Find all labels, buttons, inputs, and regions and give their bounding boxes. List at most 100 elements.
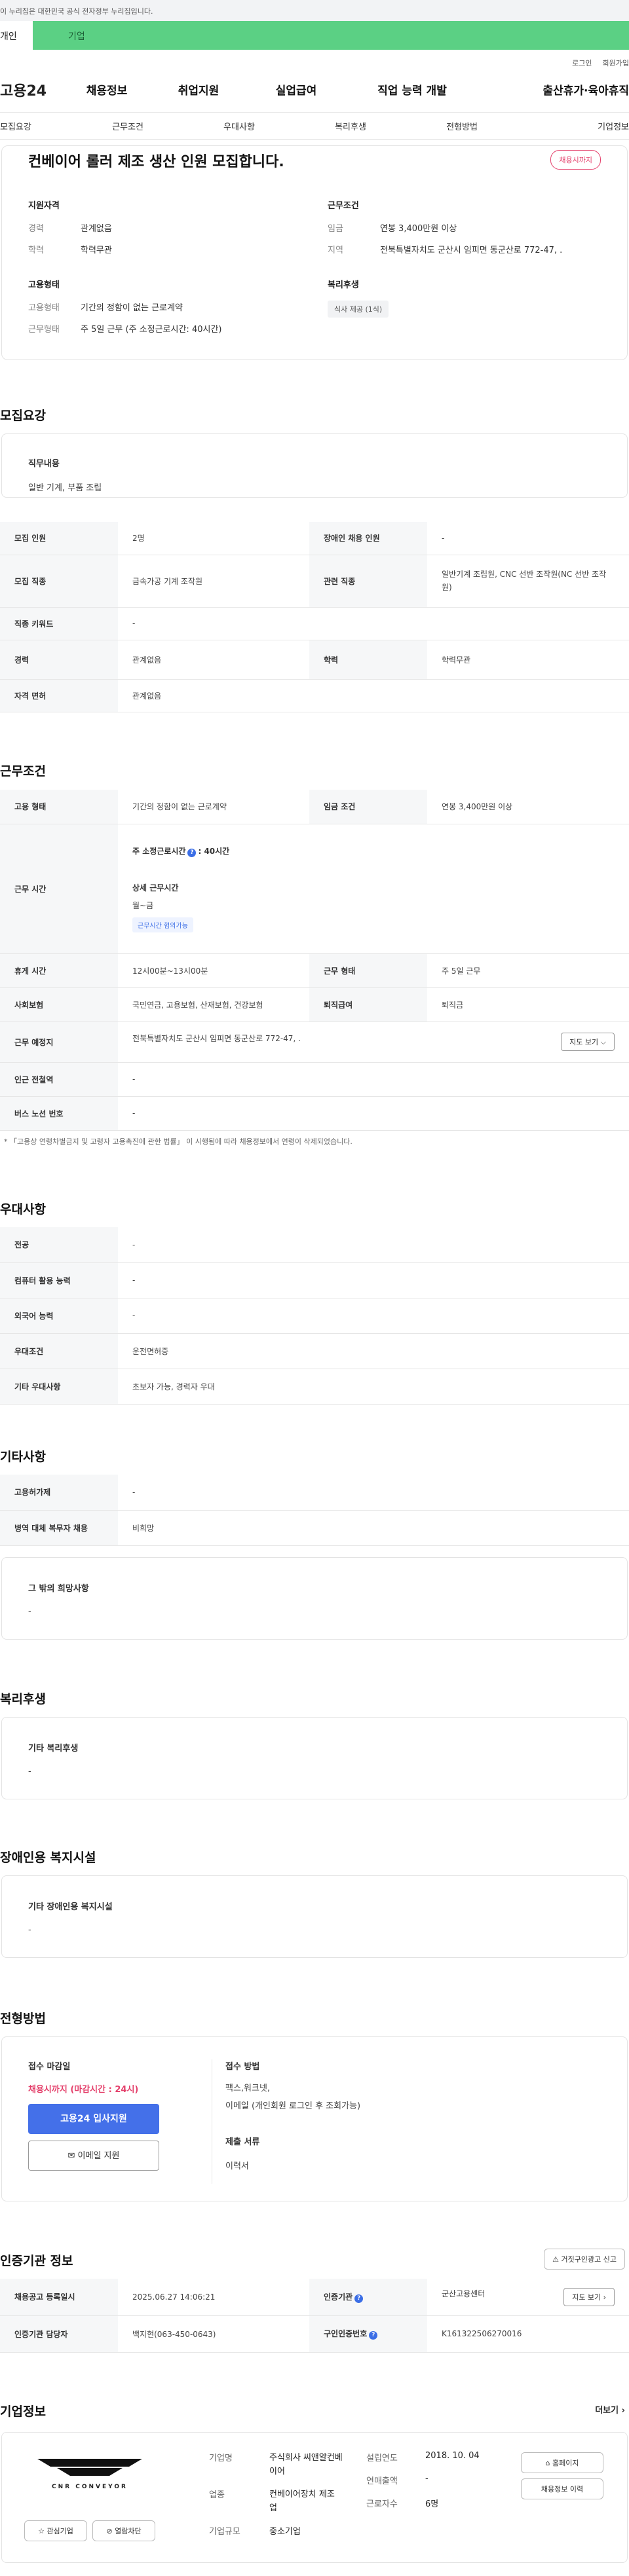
email-apply-button[interactable]: ✉ 이메일 지원 <box>28 2141 159 2171</box>
report-ad-button[interactable]: ⚠ 거짓구인광고 신고 <box>544 2249 625 2270</box>
table-header: 버스 노선 번호 <box>0 1096 118 1131</box>
recruit-table: 모집 인원 2명 장애인 채용 인원 - 모집 직종 금속가공 기계 조작원 관련 직… <box>0 522 629 712</box>
apply-wrap: 고용24 입사지원 <box>28 2104 172 2134</box>
tab-company[interactable]: 기업 <box>33 21 85 50</box>
summary-value: 전북특별자치도 군산시 임피면 동군산로 772-47, . <box>380 246 563 255</box>
job-history-button[interactable]: 채용정보 이력 <box>521 2478 603 2499</box>
subtab-welfare[interactable]: 복리후생 <box>295 120 406 132</box>
wish-box: 그 밖의 희망사항 - <box>1 1557 628 1640</box>
table-cell: - <box>118 1062 629 1097</box>
deadline-title: 접수 마감일 <box>28 2062 71 2072</box>
map-button[interactable]: 지도 보기 ⌵ <box>561 1033 615 1051</box>
subtab-preference[interactable]: 우대사항 <box>183 120 295 132</box>
report-ad-label: 거짓구인광고 신고 <box>561 2255 617 2264</box>
subtab-company[interactable]: 기업정보 <box>518 120 629 132</box>
method-value-2: 이메일 (개인회원 로그인 후 조회가능) <box>225 2101 361 2111</box>
info-icon[interactable]: ? <box>187 848 197 857</box>
apply-button[interactable]: 고용24 입사지원 <box>28 2104 159 2134</box>
place-value: 전북특별자치도 군산시 임피면 동군산로 772-47, . <box>132 1034 301 1043</box>
summary-conditions: 근무조건 임금 연봉 3,400만원 이상 지역 전북특별자치도 군산시 임피면 동… <box>328 198 601 265</box>
table-row: 근무 예정지 전북특별자치도 군산시 임피면 동군산로 772-47, . 지도 … <box>0 1021 629 1063</box>
gnb-item-leave[interactable]: 출산휴가·육아휴직 <box>489 81 629 98</box>
hours-main-value: : 40시간 <box>198 846 230 856</box>
homepage-label: 홈페이지 <box>552 2459 579 2467</box>
table-cell: 금속가공 기계 조작원 <box>118 555 309 608</box>
top-tabs: 개인 기업 <box>0 21 629 50</box>
block-company-button[interactable]: ⊘ 열람차단 <box>92 2520 155 2541</box>
company-more-link[interactable]: 더보기 › <box>595 2403 625 2416</box>
method-value-1: 팩스,워크넷, <box>225 2084 271 2093</box>
table-cell: 일반기계 조립원, CNC 선반 조작원(NC 선반 조작원) <box>427 555 629 608</box>
summary-qual-title: 지원자격 <box>28 201 60 211</box>
table-header: 휴게 시간 <box>0 953 118 988</box>
welfare-box: 기타 복리후생 - <box>1 1717 628 1799</box>
site-logo[interactable]: 고용24 <box>0 79 73 100</box>
login-link[interactable]: 로그인 <box>572 58 592 67</box>
block-label: 열람차단 <box>115 2527 142 2535</box>
detail-hours-title: 상세 근무시간 <box>132 883 179 892</box>
cert-map-button[interactable]: 지도 보기 › <box>563 2287 615 2306</box>
table-row: 인증기관 담당자 백지현(063-450-0643) 구인인증번호? K16132… <box>0 2315 629 2353</box>
company-box: CNR CONVEYOR ☆ 관심기업 ⊘ 열람차단 기업명 주식회사 씨앤알컨베… <box>1 2432 628 2563</box>
tab-person[interactable]: 개인 <box>0 21 33 50</box>
table-header: 병역 대체 복무자 채용 <box>0 1510 118 1546</box>
info-icon[interactable]: ? <box>369 2331 378 2340</box>
company-row: 설립연도 2018. 10. 04 <box>366 2451 497 2463</box>
section-heading-etc: 기타사항 <box>0 1450 46 1464</box>
table-cell: 운전면허증 <box>118 1333 629 1369</box>
summary-row: 경력 관계없음 <box>28 221 301 234</box>
table-cell: 관계없음 <box>118 640 309 680</box>
table-header: 기타 우대사항 <box>0 1369 118 1405</box>
company-key: 기업명 <box>209 2454 233 2463</box>
table-cell: 기간의 정함이 없는 근로계약 <box>118 790 309 824</box>
global-nav: 고용24 채용정보 취업지원 실업급여 직업 능력 개발 출산휴가·육아휴직 <box>0 67 629 113</box>
subtab-selection[interactable]: 전형방법 <box>406 120 518 132</box>
table-header: 인근 전철역 <box>0 1062 118 1097</box>
table-header: 모집 직종 <box>0 555 118 608</box>
table-cell: - <box>118 1298 629 1334</box>
info-icon[interactable]: ? <box>354 2294 364 2303</box>
company-value: 컨베이어장치 제조업 <box>269 2490 335 2513</box>
table-cell: 비희망 <box>118 1510 629 1546</box>
table-cell: 학력무관 <box>427 640 629 680</box>
selection-box: 접수 마감일 채용시까지 (마감시간 : 24시) 고용24 입사지원 ✉ 이메… <box>1 2036 628 2201</box>
signup-link[interactable]: 회원가입 <box>603 58 629 67</box>
table-cell: 관계없음 <box>118 679 629 712</box>
company-row: 업종 컨베이어장치 제조업 <box>209 2488 366 2515</box>
gnb-item-unemployment[interactable]: 실업급여 <box>257 81 335 98</box>
company-key: 업종 <box>209 2490 225 2500</box>
company-more-label: 더보기 <box>595 2406 619 2416</box>
table-cell: - <box>118 607 629 640</box>
company-row: 기업규모 중소기업 <box>209 2524 366 2537</box>
summary-key: 경력 <box>28 224 44 234</box>
cert-no-label: 구인인증번호 <box>324 2329 368 2338</box>
conditions-table: 고용 형태 기간의 정함이 없는 근로계약 임금 조건 연봉 3,400만원 이상 … <box>0 790 629 1131</box>
section-heading-welfare: 복리후생 <box>0 1692 46 1706</box>
table-cell: - <box>118 1096 629 1131</box>
chevron-down-icon: ⌵ <box>600 1038 606 1046</box>
summary-row: 학력 학력무관 <box>28 243 301 255</box>
gnb-item-training[interactable]: 직업 능력 개발 <box>335 81 489 98</box>
section-heading-company: 기업정보 <box>0 2404 46 2419</box>
table-cell: 2025.06.27 14:06:21 <box>118 2279 309 2316</box>
table-row: 인근 전철역 - <box>0 1062 629 1097</box>
summary-key: 지역 <box>328 246 343 255</box>
homepage-button[interactable]: ⌂ 홈페이지 <box>521 2452 603 2473</box>
table-cell: K161322506270016 <box>427 2315 629 2353</box>
company-value: 주식회사 씨앤알컨베이어 <box>269 2453 343 2476</box>
gnb-item-jobs[interactable]: 채용정보 <box>73 81 140 98</box>
mail-icon: ✉ <box>67 2151 75 2161</box>
sub-tabs: 모집요강 근무조건 우대사항 복리후생 전형방법 기업정보 <box>0 113 629 140</box>
company-actions: ☆ 관심기업 ⊘ 열람차단 <box>24 2520 155 2541</box>
block-icon: ⊘ <box>106 2527 113 2535</box>
table-header: 자격 면허 <box>0 679 118 712</box>
summary-row: 임금 연봉 3,400만원 이상 <box>328 221 601 234</box>
table-row: 기타 우대사항 초보자 가능, 경력자 우대 <box>0 1369 629 1405</box>
gnb-item-employment-support[interactable]: 취업지원 <box>140 81 257 98</box>
company-row: 근로자수 6명 <box>366 2497 497 2509</box>
company-row: 기업명 주식회사 씨앤알컨베이어 <box>209 2451 366 2478</box>
table-cell: - <box>118 1227 629 1263</box>
favorite-company-button[interactable]: ☆ 관심기업 <box>24 2520 87 2541</box>
subtab-recruit[interactable]: 모집요강 <box>0 120 72 132</box>
subtab-conditions[interactable]: 근무조건 <box>72 120 183 132</box>
